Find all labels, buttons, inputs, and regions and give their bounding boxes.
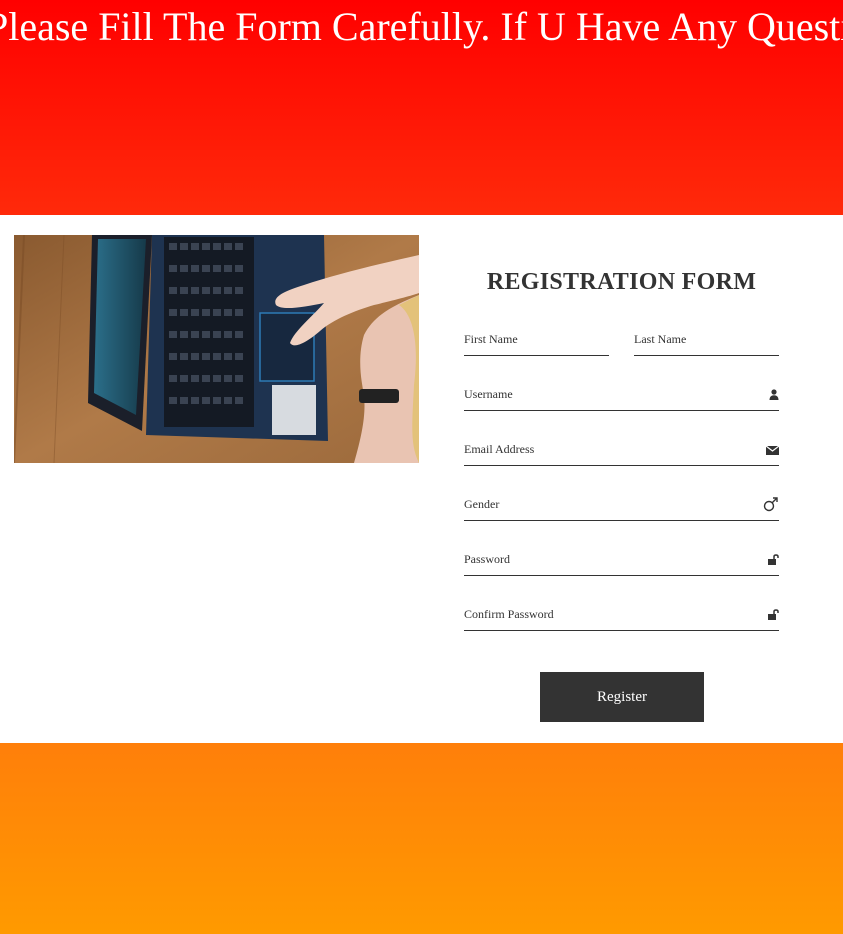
username-input[interactable] [464,380,779,408]
unlock-icon [765,551,779,567]
last-name-input[interactable] [634,325,779,353]
laptop-photo [14,235,419,463]
male-symbol-icon [763,496,779,512]
confirm-password-field-wrap [464,600,779,631]
envelope-icon [765,441,780,457]
registration-form: REGISTRATION FORM First Name Last Name U… [464,215,780,743]
gender-input[interactable] [464,490,779,518]
top-banner: Please Fill The Form Carefully. If U Hav… [0,0,843,215]
bottom-banner [0,743,843,934]
user-icon [765,386,779,402]
unlock-icon [765,606,779,622]
marquee-text: Please Fill The Form Carefully. If U Hav… [0,4,843,49]
password-field-wrap [464,545,779,576]
first-name-field-wrap [464,325,609,356]
gender-field-wrap [464,490,779,521]
confirm-password-input[interactable] [464,600,779,628]
email-input[interactable] [464,435,779,463]
first-name-input[interactable] [464,325,609,353]
register-button[interactable]: Register [540,672,704,722]
email-field-wrap [464,435,780,466]
last-name-field-wrap [634,325,779,356]
username-field-wrap [464,380,779,411]
form-title: REGISTRATION FORM [486,269,757,295]
password-input[interactable] [464,545,779,573]
main-section: REGISTRATION FORM First Name Last Name U… [0,215,843,743]
